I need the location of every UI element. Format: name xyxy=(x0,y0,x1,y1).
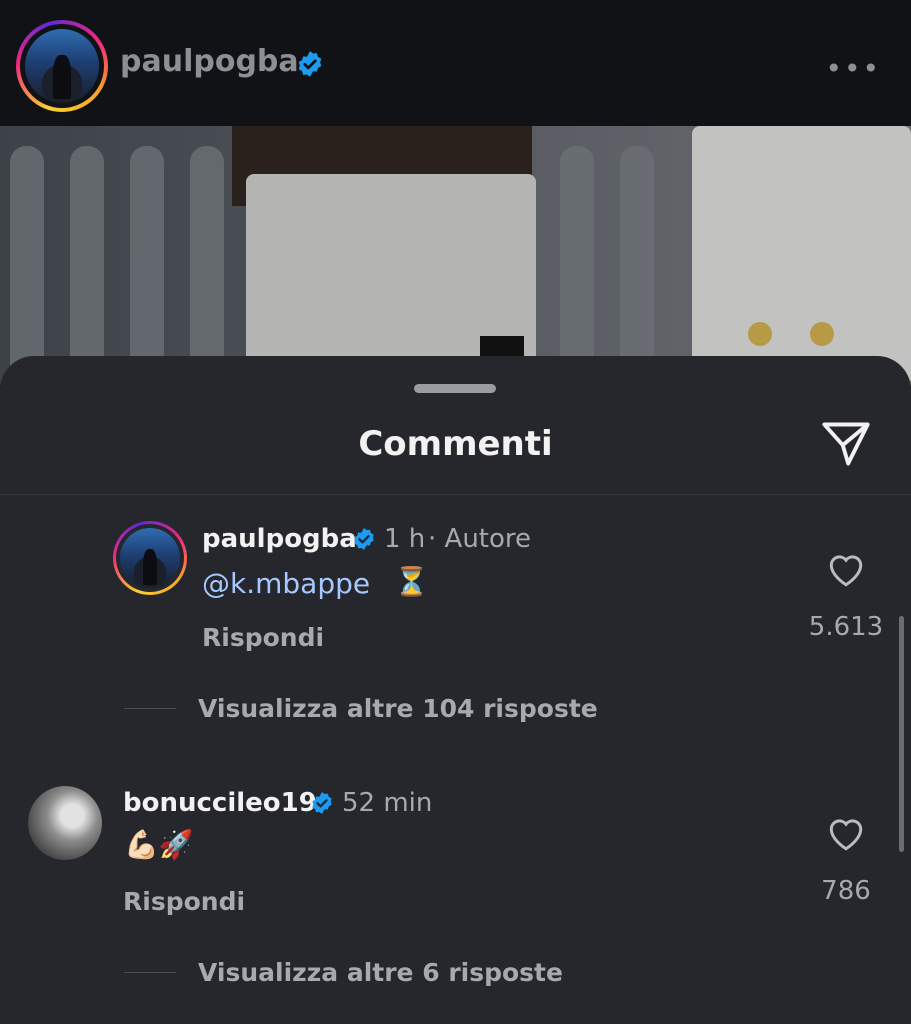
heart-icon[interactable] xyxy=(826,552,866,592)
comment-emoji: 💪🏻🚀 xyxy=(124,828,194,861)
heart-icon[interactable] xyxy=(826,816,866,856)
post-image xyxy=(0,126,911,386)
comment-emoji: ⏳ xyxy=(394,565,429,598)
comment-time: 52 min xyxy=(342,788,433,818)
author-tag: · Autore xyxy=(428,524,532,554)
avatar[interactable] xyxy=(113,521,187,595)
verified-badge-icon xyxy=(296,50,324,82)
reply-button[interactable]: Rispondi xyxy=(123,887,245,916)
reply-button[interactable]: Rispondi xyxy=(202,623,324,652)
like-count: 5.613 xyxy=(808,612,884,642)
comment-username[interactable]: paulpogba xyxy=(202,524,357,554)
view-more-replies[interactable]: Visualizza altre 104 risposte xyxy=(198,694,598,723)
comments-sheet: Commenti paulpogba 1 h · Autore @k.mbapp… xyxy=(0,356,911,1024)
drag-handle[interactable] xyxy=(414,384,496,393)
more-options-icon[interactable]: ••• xyxy=(825,52,881,85)
sheet-title: Commenti xyxy=(358,424,553,464)
avatar[interactable] xyxy=(28,786,102,860)
comment-username[interactable]: bonuccileo19 xyxy=(123,788,317,818)
view-more-replies[interactable]: Visualizza altre 6 risposte xyxy=(198,958,563,987)
send-icon[interactable] xyxy=(820,418,872,474)
scrollbar[interactable] xyxy=(899,616,904,852)
thread-line xyxy=(124,708,176,709)
post-header: paulpogba ••• xyxy=(0,0,911,126)
verified-badge-icon xyxy=(310,791,334,819)
header-avatar[interactable] xyxy=(16,20,108,112)
thread-line xyxy=(124,972,176,973)
verified-badge-icon xyxy=(352,527,376,555)
sheet-divider xyxy=(0,494,911,495)
like-count: 786 xyxy=(821,876,871,906)
mention-link[interactable]: @k.mbappe xyxy=(202,567,370,600)
header-username[interactable]: paulpogba xyxy=(120,44,299,79)
comment-time: 1 h xyxy=(384,524,426,554)
